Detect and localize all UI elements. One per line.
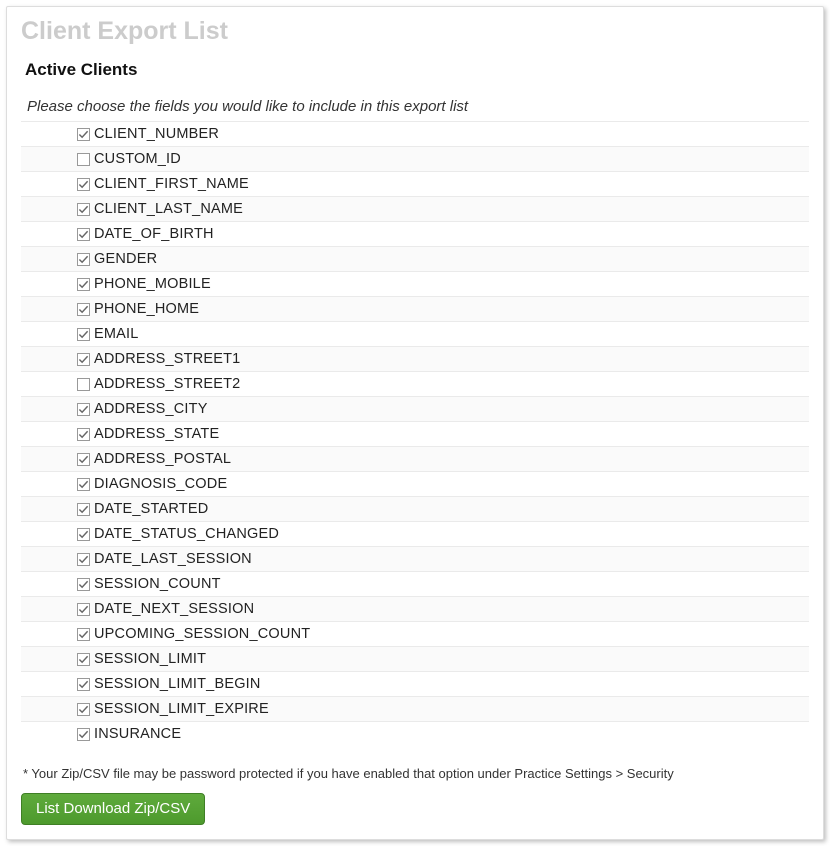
field-row: DATE_STATUS_CHANGED xyxy=(21,521,809,546)
page-title: Client Export List xyxy=(21,17,809,46)
field-row: SESSION_LIMIT xyxy=(21,646,809,671)
instruction-text: Please choose the fields you would like … xyxy=(27,98,809,115)
field-row: PHONE_MOBILE xyxy=(21,271,809,296)
field-checkbox[interactable] xyxy=(77,303,90,316)
field-checkbox[interactable] xyxy=(77,703,90,716)
field-label: PHONE_MOBILE xyxy=(94,276,211,292)
field-row: CUSTOM_ID xyxy=(21,146,809,171)
field-label: DATE_STATUS_CHANGED xyxy=(94,526,279,542)
field-label: SESSION_LIMIT xyxy=(94,651,206,667)
field-row: DATE_STARTED xyxy=(21,496,809,521)
field-label: DIAGNOSIS_CODE xyxy=(94,476,227,492)
field-label: UPCOMING_SESSION_COUNT xyxy=(94,626,310,642)
field-checkbox[interactable] xyxy=(77,178,90,191)
field-row: GENDER xyxy=(21,246,809,271)
field-label: DATE_LAST_SESSION xyxy=(94,551,252,567)
field-row: SESSION_LIMIT_EXPIRE xyxy=(21,696,809,721)
field-label: CLIENT_LAST_NAME xyxy=(94,201,243,217)
field-checkbox[interactable] xyxy=(77,453,90,466)
field-checkbox[interactable] xyxy=(77,478,90,491)
field-checkbox[interactable] xyxy=(77,528,90,541)
field-row: ADDRESS_POSTAL xyxy=(21,446,809,471)
field-row: DATE_NEXT_SESSION xyxy=(21,596,809,621)
field-label: CLIENT_FIRST_NAME xyxy=(94,176,249,192)
field-checkbox[interactable] xyxy=(77,128,90,141)
field-checkbox[interactable] xyxy=(77,353,90,366)
field-label: DATE_STARTED xyxy=(94,501,208,517)
field-row: DATE_LAST_SESSION xyxy=(21,546,809,571)
field-label: PHONE_HOME xyxy=(94,301,199,317)
field-label: ADDRESS_STREET1 xyxy=(94,351,240,367)
section-title: Active Clients xyxy=(25,60,809,80)
field-checkbox[interactable] xyxy=(77,428,90,441)
field-label: SESSION_COUNT xyxy=(94,576,221,592)
field-checkbox[interactable] xyxy=(77,278,90,291)
field-row: PHONE_HOME xyxy=(21,296,809,321)
field-row: UPCOMING_SESSION_COUNT xyxy=(21,621,809,646)
field-row: SESSION_COUNT xyxy=(21,571,809,596)
field-label: ADDRESS_STREET2 xyxy=(94,376,240,392)
field-label: ADDRESS_CITY xyxy=(94,401,208,417)
field-checkbox[interactable] xyxy=(77,678,90,691)
field-checkbox[interactable] xyxy=(77,578,90,591)
field-row: ADDRESS_STATE xyxy=(21,421,809,446)
field-row: ADDRESS_CITY xyxy=(21,396,809,421)
field-checkbox[interactable] xyxy=(77,503,90,516)
field-label: EMAIL xyxy=(94,326,139,342)
field-checkbox[interactable] xyxy=(77,403,90,416)
field-row: CLIENT_FIRST_NAME xyxy=(21,171,809,196)
field-checkbox[interactable] xyxy=(77,153,90,166)
field-checkbox[interactable] xyxy=(77,553,90,566)
field-checkbox[interactable] xyxy=(77,653,90,666)
field-label: ADDRESS_STATE xyxy=(94,426,219,442)
field-checkbox[interactable] xyxy=(77,378,90,391)
field-checkbox[interactable] xyxy=(77,228,90,241)
field-checkbox[interactable] xyxy=(77,728,90,741)
field-checkbox[interactable] xyxy=(77,203,90,216)
field-label: CLIENT_NUMBER xyxy=(94,126,219,142)
field-label: GENDER xyxy=(94,251,157,267)
field-row: DATE_OF_BIRTH xyxy=(21,221,809,246)
field-row: EMAIL xyxy=(21,321,809,346)
export-panel: Client Export List Active Clients Please… xyxy=(6,6,824,840)
field-row: CLIENT_NUMBER xyxy=(21,121,809,146)
field-label: ADDRESS_POSTAL xyxy=(94,451,231,467)
field-label: CUSTOM_ID xyxy=(94,151,181,167)
field-row: CLIENT_LAST_NAME xyxy=(21,196,809,221)
field-checkbox[interactable] xyxy=(77,253,90,266)
footnote-text: * Your Zip/CSV file may be password prot… xyxy=(23,766,809,781)
field-checkbox[interactable] xyxy=(77,603,90,616)
field-list: CLIENT_NUMBER CUSTOM_ID CLIENT_FIRST_NAME C… xyxy=(21,121,809,746)
field-row: ADDRESS_STREET1 xyxy=(21,346,809,371)
field-label: DATE_NEXT_SESSION xyxy=(94,601,254,617)
field-checkbox[interactable] xyxy=(77,628,90,641)
field-label: SESSION_LIMIT_EXPIRE xyxy=(94,701,269,717)
download-zip-csv-button[interactable]: List Download Zip/CSV xyxy=(21,793,205,825)
field-label: DATE_OF_BIRTH xyxy=(94,226,214,242)
field-label: SESSION_LIMIT_BEGIN xyxy=(94,676,261,692)
field-label: INSURANCE xyxy=(94,726,181,742)
field-row: SESSION_LIMIT_BEGIN xyxy=(21,671,809,696)
field-row: ADDRESS_STREET2 xyxy=(21,371,809,396)
field-row: DIAGNOSIS_CODE xyxy=(21,471,809,496)
field-checkbox[interactable] xyxy=(77,328,90,341)
field-row: INSURANCE xyxy=(21,721,809,746)
